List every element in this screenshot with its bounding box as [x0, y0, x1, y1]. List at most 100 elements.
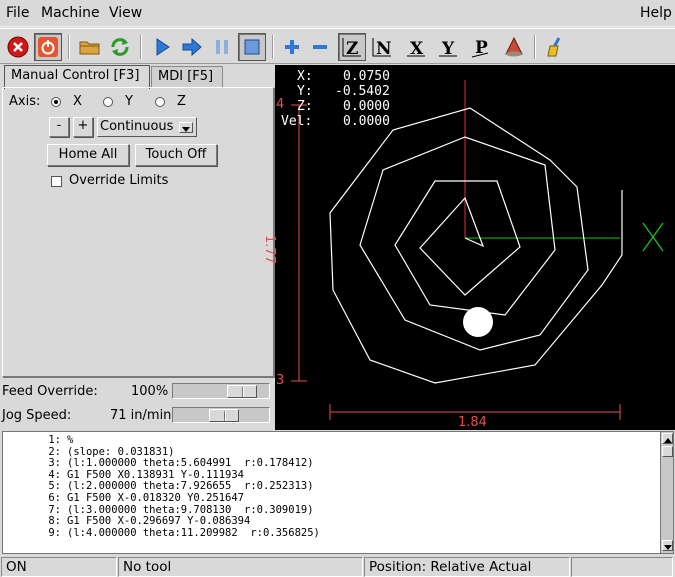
gcode-line-text: % [67, 434, 74, 446]
axis-y-label: Y [125, 94, 133, 109]
feed-override-slider-handle[interactable] [227, 385, 257, 398]
gcode-line-text: G1 F500 X0.138931 Y-0.111934 [67, 468, 245, 481]
toolbar: Z N X Y P [0, 28, 675, 64]
jog-speed-label: Jog Speed: [2, 408, 72, 423]
axis-z-label: Z [177, 94, 186, 109]
tab-mdi[interactable]: MDI [F5] [151, 66, 223, 88]
gcode-line-text: (l:3.000000 theta:9.708130 r:0.309019) [67, 503, 314, 516]
power-icon [38, 37, 58, 57]
scroll-up-arrow-icon[interactable] [662, 433, 673, 444]
menu-file[interactable]: File [6, 5, 29, 21]
gcode-line[interactable]: 9: (l:4.000000 theta:11.209982 r:0.356825… [3, 526, 660, 540]
dro-vel-value: 0.0000 [343, 114, 390, 129]
gcode-line-text: G1 F500 X-0.018320 Y0.251647 [67, 491, 245, 504]
gcode-line-text: (l:2.000000 theta:7.926655 r:0.252313) [67, 480, 314, 493]
jog-increment-select[interactable]: Continuous [97, 117, 197, 137]
jog-speed-slider-handle[interactable] [209, 409, 239, 422]
chevron-down-icon [179, 122, 193, 133]
jog-speed-slider[interactable] [172, 407, 270, 423]
control-tabs: Manual Control [F3] MDI [F5] [2, 65, 274, 89]
tab-manual-control[interactable]: Manual Control [F3] [4, 65, 150, 89]
step-icon [182, 37, 202, 57]
menu-view[interactable]: View [109, 5, 142, 21]
scroll-down-arrow-icon[interactable] [662, 540, 673, 551]
jog-plus-button[interactable]: + [73, 117, 93, 137]
step-program-button[interactable] [178, 33, 206, 61]
override-limits-label: Override Limits [69, 173, 169, 188]
gcode-listing[interactable]: 1:% 2: (slope: 0.031831) 3: (l:1.000000 thet… [2, 431, 660, 554]
gcode-line[interactable]: 6: G1 F500 X-0.018320 Y0.251647 [3, 491, 660, 505]
feed-override-label: Feed Override: [2, 384, 98, 399]
stop-program-button[interactable] [238, 33, 266, 61]
play-icon [156, 38, 170, 56]
tool-position-marker [463, 307, 493, 337]
feed-override-value: 100% [131, 384, 169, 399]
view-z2-icon: N [372, 38, 392, 59]
axis-x-label: X [73, 94, 82, 109]
toolpath-preview[interactable]: 4 3 1.77 1.84 X: 0.0750 Y: -0.5402 Z: 0.… [262, 65, 675, 430]
home-all-button[interactable]: Home All [47, 144, 129, 166]
gcode-line-text: (l:1.000000 theta:5.604991 r:0.178412) [67, 457, 314, 470]
axis-y-radio[interactable] [103, 97, 113, 107]
gcode-line[interactable]: 8: G1 F500 X-0.296697 Y-0.086394 [3, 515, 660, 528]
zoom-out-button[interactable] [306, 33, 334, 61]
gcode-line[interactable]: 1:% [3, 434, 660, 447]
gcode-line-number: 1: [48, 434, 61, 446]
dro-y-label: Y: [297, 84, 313, 99]
dro-x-label: X: [297, 69, 313, 84]
reload-icon [111, 38, 129, 56]
menubar: File Machine View Help [0, 0, 675, 27]
view-perspective-button[interactable]: P [466, 33, 494, 61]
toggle-tool-button[interactable] [500, 33, 528, 61]
menu-machine[interactable]: Machine [41, 5, 100, 21]
toolpath-plot [291, 80, 664, 420]
gcode-scrollbar[interactable] [660, 431, 674, 554]
y-top-label: 4 [276, 97, 285, 112]
jog-speed-value: 71 in/min [110, 408, 172, 423]
view-front-button[interactable]: Y [434, 33, 462, 61]
status-bar: ON No tool Position: Relative Actual [0, 555, 675, 577]
view-z-icon: Z [342, 38, 361, 59]
view-y-icon: Y [439, 39, 457, 59]
gcode-line-text: (l:4.000000 theta:11.209982 r:0.356825) [67, 526, 320, 539]
gcode-line-number: 8: [48, 515, 61, 528]
clear-plot-button[interactable] [542, 33, 570, 61]
estop-button[interactable] [4, 33, 32, 61]
stop-icon [244, 39, 260, 55]
x-extent-label: 1.84 [458, 415, 487, 430]
run-program-button[interactable] [148, 33, 176, 61]
view-top-button[interactable]: Z [338, 33, 366, 61]
dro-z-value: 0.0000 [343, 99, 390, 114]
gcode-line-number: 9: [48, 526, 61, 539]
scrollbar-thumb[interactable] [662, 446, 673, 457]
view-rotated-top-button[interactable]: N [368, 33, 396, 61]
zoom-out-icon [313, 45, 327, 49]
y-extent-label: 1.77 [262, 235, 277, 264]
toolpath-spiral [329, 107, 623, 384]
view-side-button[interactable]: X [402, 33, 430, 61]
axis-label: Axis: [9, 94, 41, 109]
pause-icon [216, 40, 228, 54]
zoom-in-button[interactable] [278, 33, 306, 61]
gcode-line-text: G1 F500 X-0.296697 Y-0.086394 [67, 515, 251, 528]
jog-minus-button[interactable]: - [49, 117, 69, 137]
view-x-icon: X [407, 39, 425, 59]
axis-x-radio[interactable] [51, 97, 61, 107]
folder-icon [79, 41, 100, 55]
dro-x-value: 0.0750 [343, 69, 390, 84]
pause-program-button[interactable] [208, 33, 236, 61]
touch-off-button[interactable]: Touch Off [135, 144, 217, 166]
x-axis-glyph [642, 222, 664, 252]
dro-y-value: -0.5402 [335, 84, 390, 99]
machine-power-button[interactable] [34, 33, 62, 61]
axis-z-radio[interactable] [155, 97, 165, 107]
reload-file-button[interactable] [106, 33, 134, 61]
tool-status: No tool [118, 557, 363, 577]
gcode-line-text: (slope: 0.031831) [67, 445, 175, 458]
open-file-button[interactable] [76, 33, 104, 61]
menu-help[interactable]: Help [640, 5, 672, 21]
position-mode-status: Position: Relative Actual [364, 557, 570, 577]
status-extra [571, 557, 673, 577]
override-limits-checkbox[interactable] [51, 176, 62, 187]
feed-override-slider[interactable] [172, 383, 270, 399]
